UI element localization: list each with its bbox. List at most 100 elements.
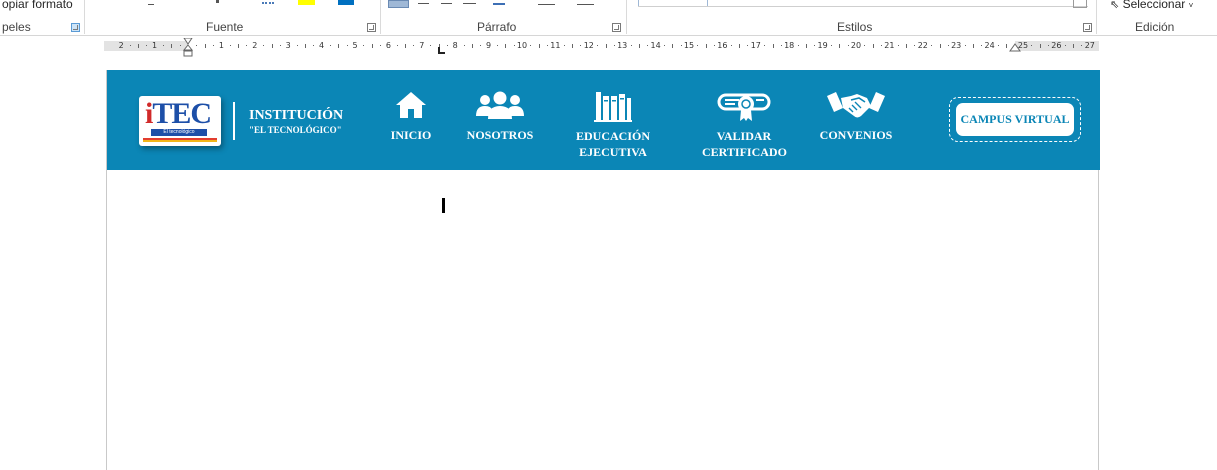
align-left-button[interactable]	[388, 0, 409, 8]
ruler-tick	[697, 45, 699, 46]
nav-educacion-ejecutiva[interactable]: EDUCACIÓN EJECUTIVA	[573, 90, 653, 160]
ruler-tick	[513, 45, 515, 46]
align-center-button[interactable]	[418, 0, 429, 4]
styles-gallery[interactable]	[638, 0, 1088, 7]
nav-convenios[interactable]: CONVENIOS	[817, 90, 895, 143]
font-launcher-icon[interactable]	[367, 23, 376, 32]
styles-group-label: Estilos	[837, 20, 873, 34]
ruler-number: 4	[319, 41, 325, 50]
ruler-tick	[538, 44, 540, 48]
ruler-tick	[747, 45, 749, 46]
ruler-tick	[271, 44, 273, 48]
ruler-tick	[705, 44, 707, 48]
line-spacing-icon[interactable]	[493, 0, 505, 5]
text-effect-icon[interactable]	[262, 0, 274, 4]
font-group-label: Fuente	[206, 20, 244, 34]
ruler-tick	[613, 45, 615, 46]
ruler-tick	[680, 45, 682, 46]
ruler-tick	[647, 45, 649, 46]
borders-icon[interactable]	[577, 0, 594, 5]
ruler-tick	[146, 45, 148, 46]
ruler-tick	[371, 44, 373, 48]
itec-logo[interactable]: iTEC El tecnológico	[139, 96, 221, 146]
ruler-tick	[213, 45, 215, 46]
nav-label: INICIO	[390, 128, 432, 142]
nav-label-line2: CERTIFICADO	[702, 145, 787, 159]
ruler-tick	[1048, 45, 1050, 46]
ruler-tick	[872, 44, 874, 48]
group-separator	[84, 0, 85, 34]
nav-label-line1: EDUCACIÓN	[575, 129, 650, 143]
tab-stop-marker[interactable]	[438, 47, 446, 55]
ruler-tick	[171, 44, 173, 48]
ruler-tick	[764, 45, 766, 46]
ruler-number: 19	[817, 41, 828, 50]
ruler-tick	[805, 44, 807, 48]
ruler-number: 27	[1084, 41, 1095, 50]
ruler-tick	[772, 44, 774, 48]
font-color-icon[interactable]	[338, 0, 354, 5]
ruler-tick	[814, 45, 816, 46]
ruler-number: 23	[951, 41, 962, 50]
campus-virtual-button[interactable]: CAMPUS VIRTUAL	[956, 103, 1074, 136]
first-line-indent-marker[interactable]	[182, 38, 194, 58]
header-banner: iTEC El tecnológico INSTITUCIÓN "EL TECN…	[107, 70, 1100, 170]
ruler-tick	[630, 45, 632, 46]
font-format-icon[interactable]	[216, 0, 219, 3]
paragraph-launcher-icon[interactable]	[612, 23, 621, 32]
select-button[interactable]: ⇖ Seleccionar ˅	[1110, 0, 1193, 11]
ruler-tick	[638, 44, 640, 48]
ruler-number: 24	[984, 41, 995, 50]
ruler-tick	[864, 45, 866, 46]
ruler-number: 11	[550, 41, 561, 50]
clipboard-launcher-icon[interactable]	[71, 23, 80, 32]
books-icon	[594, 92, 632, 122]
ruler-tick	[1031, 45, 1033, 46]
ruler-tick	[972, 44, 974, 48]
ruler-tick	[430, 45, 432, 46]
ruler-tick	[730, 45, 732, 46]
highlight-color-icon[interactable]	[298, 0, 315, 5]
ruler-tick	[1073, 44, 1075, 48]
justify-button[interactable]	[463, 0, 476, 4]
ruler-tick	[471, 44, 473, 48]
nav-validar-certificado[interactable]: VALIDAR CERTIFICADO	[702, 90, 787, 160]
nav-nosotros[interactable]: NOSOTROS	[462, 90, 538, 143]
ruler-tick	[839, 44, 841, 48]
editing-group-label: Edición	[1135, 20, 1175, 34]
copy-format-button[interactable]: opiar formato	[2, 0, 73, 11]
align-right-button[interactable]	[441, 0, 452, 4]
ruler-tick	[897, 45, 899, 46]
ruler-tick	[914, 45, 916, 46]
font-size-control[interactable]	[148, 0, 154, 5]
right-indent-marker[interactable]	[1009, 43, 1021, 53]
ruler-tick	[463, 45, 465, 46]
ruler-number: 12	[583, 41, 594, 50]
ruler-number: 20	[850, 41, 862, 50]
horizontal-ruler[interactable]: 2 1 1 2 3 4 5 6 7 8 9 10 11 12 13 14 15 16 17 18 19 20 21 22 23 2…	[104, 38, 1099, 57]
group-separator	[626, 0, 627, 34]
ruler-tick	[279, 45, 281, 46]
ruler-tick	[238, 44, 240, 48]
shading-icon[interactable]	[538, 0, 555, 5]
styles-launcher-icon[interactable]	[1083, 23, 1092, 32]
group-separator	[1096, 0, 1097, 34]
ruler-tick	[580, 45, 582, 46]
nav-inicio[interactable]: INICIO	[381, 90, 441, 143]
styles-more-button[interactable]	[1073, 0, 1087, 8]
ruler-tick	[396, 45, 398, 46]
ruler-number: 9	[486, 41, 492, 50]
ruler-tick	[563, 45, 565, 46]
ruler-tick	[263, 45, 265, 46]
document-page[interactable]: iTEC El tecnológico INSTITUCIÓN "EL TECN…	[106, 70, 1100, 470]
ruler-tick	[229, 45, 231, 46]
ruler-number: 18	[784, 41, 795, 50]
ruler-tick	[338, 44, 340, 48]
ruler-tick	[179, 45, 181, 46]
ruler-tick	[981, 45, 983, 46]
users-icon	[476, 91, 524, 119]
ruler-tick	[547, 45, 549, 46]
ruler-number: 1	[152, 41, 158, 50]
campus-virtual-frame: CAMPUS VIRTUAL	[949, 97, 1081, 142]
ruler-tick	[663, 45, 665, 46]
